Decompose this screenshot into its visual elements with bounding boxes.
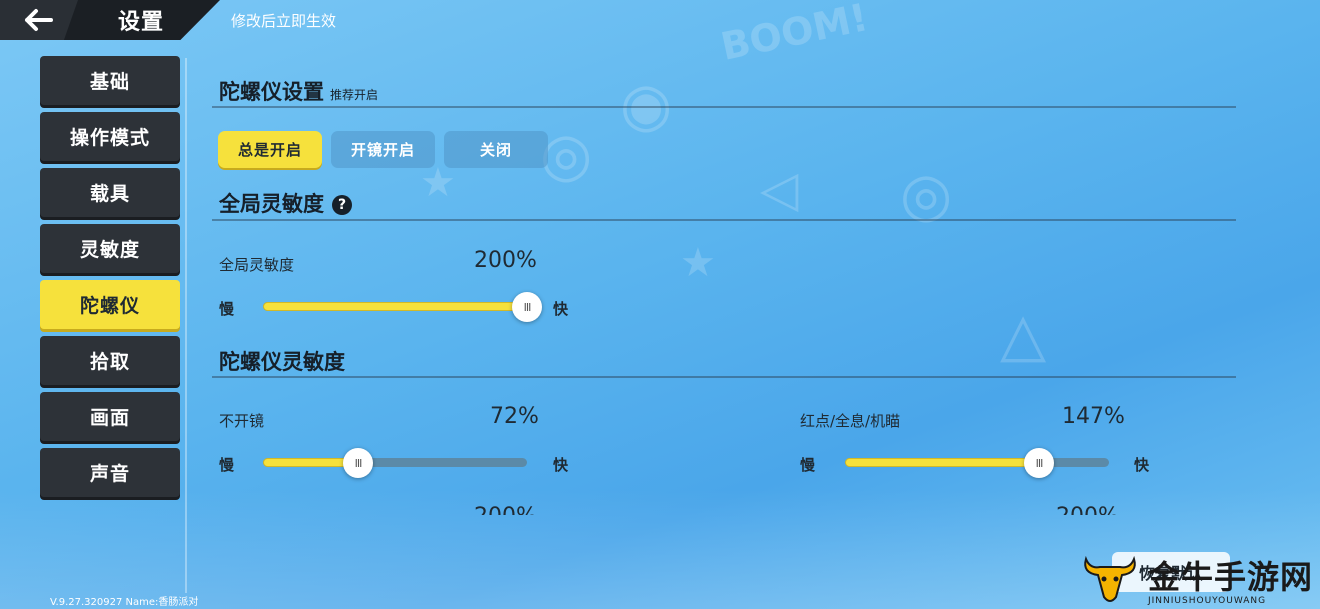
- next-row-value: 200%: [474, 504, 537, 515]
- grip-icon: III: [1035, 456, 1044, 470]
- sidebar: 基础 操作模式 载具 灵敏度 陀螺仪 拾取 画面 声音: [40, 56, 180, 504]
- section-divider: [212, 106, 1236, 108]
- watermark: 金牛手游网 JINNIUSHOUYOUWANG: [1080, 548, 1320, 609]
- watermark-main: 金牛手游网: [1148, 557, 1314, 596]
- fast-label: 快: [553, 456, 569, 474]
- grip-icon: III: [354, 456, 363, 470]
- sidebar-item-basic[interactable]: 基础: [40, 56, 180, 105]
- no-scope-value: 72%: [490, 404, 539, 429]
- next-row-value-right: 200%: [1056, 504, 1119, 515]
- page-title: 设置: [118, 10, 165, 35]
- red-dot-value: 147%: [1062, 404, 1125, 429]
- boom-decoration: BOOM!: [717, 0, 872, 69]
- sidebar-item-vehicle[interactable]: 载具: [40, 168, 180, 217]
- fast-label: 快: [553, 300, 569, 318]
- header-bar: 设置: [0, 0, 220, 40]
- global-sensitivity-title-text: 全局灵敏度: [219, 192, 324, 216]
- gyro-sensitivity-title: 陀螺仪灵敏度: [219, 350, 345, 374]
- back-button[interactable]: [0, 0, 78, 40]
- slider-handle[interactable]: III: [1024, 448, 1055, 478]
- bull-logo-icon: [1084, 555, 1136, 602]
- gyro-settings-title: 陀螺仪设置 推荐开启: [219, 76, 378, 106]
- watermark-sub: JINNIUSHOUYOUWANG: [1148, 595, 1267, 606]
- section-divider: [212, 219, 1236, 221]
- grip-icon: III: [523, 300, 532, 314]
- mode-off-button[interactable]: 关闭: [444, 131, 548, 168]
- fast-label: 快: [1134, 456, 1150, 474]
- global-sensitivity-title: 全局灵敏度?: [219, 188, 352, 218]
- section-divider: [212, 376, 1236, 378]
- slider-fill: [263, 302, 527, 311]
- gyro-settings-hint: 推荐开启: [330, 88, 379, 102]
- slow-label: 慢: [219, 300, 235, 318]
- slider-fill: [845, 458, 1040, 467]
- mode-always-on-button[interactable]: 总是开启: [218, 131, 322, 168]
- slow-label: 慢: [800, 456, 816, 474]
- sidebar-item-graphics[interactable]: 画面: [40, 392, 180, 441]
- no-scope-slider[interactable]: [263, 458, 527, 467]
- sidebar-divider: [185, 58, 187, 593]
- slider-handle[interactable]: III: [512, 292, 542, 322]
- sidebar-item-sound[interactable]: 声音: [40, 448, 180, 497]
- no-scope-label: 不开镜: [219, 412, 265, 430]
- slow-label: 慢: [219, 456, 235, 474]
- header-note: 修改后立即生效: [231, 12, 337, 30]
- red-dot-slider[interactable]: [845, 458, 1109, 467]
- version-text: V.9.27.320927 Name:香肠派对: [50, 597, 199, 608]
- red-dot-label: 红点/全息/机瞄: [800, 412, 901, 430]
- settings-panel: 陀螺仪设置 推荐开启 总是开启 开镜开启 关闭 全局灵敏度? 全局灵敏度 200%…: [212, 70, 1236, 515]
- mode-scope-on-button[interactable]: 开镜开启: [331, 131, 435, 168]
- sidebar-item-pickup[interactable]: 拾取: [40, 336, 180, 385]
- sidebar-item-control-mode[interactable]: 操作模式: [40, 112, 180, 161]
- global-sensitivity-value: 200%: [474, 248, 537, 273]
- sidebar-item-sensitivity[interactable]: 灵敏度: [40, 224, 180, 273]
- global-sensitivity-slider[interactable]: [263, 302, 527, 311]
- gyro-settings-title-text: 陀螺仪设置: [219, 80, 324, 104]
- global-sensitivity-label: 全局灵敏度: [219, 256, 295, 274]
- back-arrow-icon: [25, 9, 53, 31]
- question-icon[interactable]: ?: [332, 195, 352, 215]
- slider-handle[interactable]: III: [343, 448, 374, 478]
- sidebar-item-gyroscope[interactable]: 陀螺仪: [40, 280, 180, 329]
